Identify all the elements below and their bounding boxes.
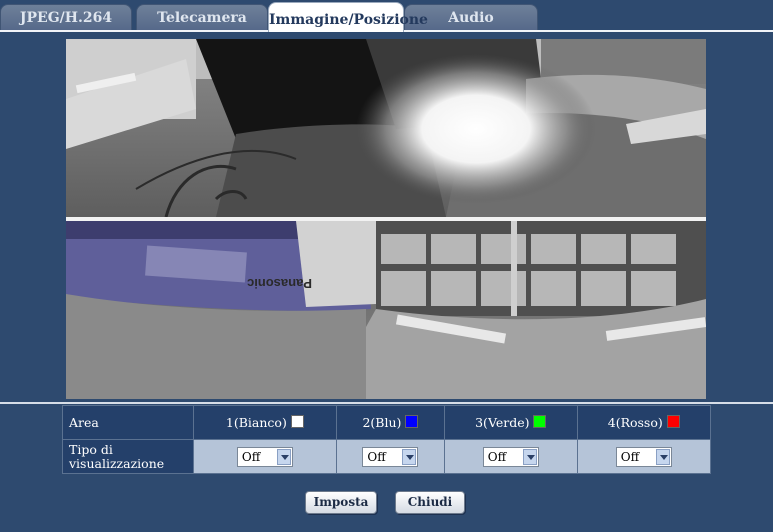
area-3-label: 3(Verde)	[475, 415, 530, 430]
camera-image-svg: Panasonic	[66, 39, 706, 399]
section-divider	[0, 402, 773, 404]
area-settings-table: Area 1(Bianco) 2(Blu) 3(Verde) 4(Rosso) …	[62, 405, 712, 474]
area-4-display-value: Off	[620, 449, 640, 464]
area-2-label: 2(Blu)	[362, 415, 402, 430]
chevron-down-icon[interactable]	[655, 448, 670, 465]
area-1-color-swatch	[290, 415, 304, 428]
area-2-header: 2(Blu)	[335, 405, 446, 440]
chiudi-button[interactable]: Chiudi	[395, 491, 465, 514]
area-4-display-select[interactable]: Off	[615, 446, 672, 467]
area-header-row: Area 1(Bianco) 2(Blu) 3(Verde) 4(Rosso)	[62, 405, 712, 440]
area-3-header: 3(Verde)	[444, 405, 578, 440]
tab-immagine-posizione[interactable]: Immagine/Posizione	[268, 2, 428, 32]
tab-jpeg-h264[interactable]: JPEG/H.264	[0, 4, 132, 30]
imposta-button[interactable]: Imposta	[305, 491, 377, 514]
tab-bar: JPEG/H.264 Telecamera Immagine/Posizione…	[0, 0, 773, 32]
chevron-down-icon[interactable]	[522, 448, 537, 465]
tab-telecamera[interactable]: Telecamera	[136, 4, 268, 30]
chevron-down-icon[interactable]	[402, 448, 417, 465]
area-3-display-select[interactable]: Off	[482, 446, 539, 467]
area-4-color-swatch	[666, 415, 680, 428]
area-4-display-cell: Off	[576, 439, 712, 474]
area-1-display-value: Off	[241, 449, 261, 464]
area-3-color-swatch	[533, 415, 547, 428]
area-3-display-value: Off	[487, 449, 507, 464]
area-1-display-cell: Off	[193, 439, 337, 474]
area-4-header: 4(Rosso)	[576, 405, 712, 440]
area-1-display-select[interactable]: Off	[236, 446, 293, 467]
display-type-label: Tipo di visualizzazione	[62, 439, 194, 474]
area-4-label: 4(Rosso)	[607, 415, 663, 430]
area-2-color-swatch	[405, 415, 419, 428]
area-2-display-select[interactable]: Off	[362, 446, 419, 467]
area-1-label: 1(Bianco)	[225, 415, 287, 430]
area-2-display-cell: Off	[335, 439, 446, 474]
area-2-display-value: Off	[367, 449, 386, 464]
camera-image[interactable]: Panasonic	[66, 39, 706, 399]
display-type-row: Tipo di visualizzazione Off Off Off Off	[62, 439, 712, 474]
area-3-display-cell: Off	[444, 439, 578, 474]
area-header-label: Area	[62, 405, 194, 440]
chevron-down-icon[interactable]	[276, 448, 291, 465]
camera-brand-text: Panasonic	[247, 276, 312, 291]
area-1-header: 1(Bianco)	[193, 405, 337, 440]
